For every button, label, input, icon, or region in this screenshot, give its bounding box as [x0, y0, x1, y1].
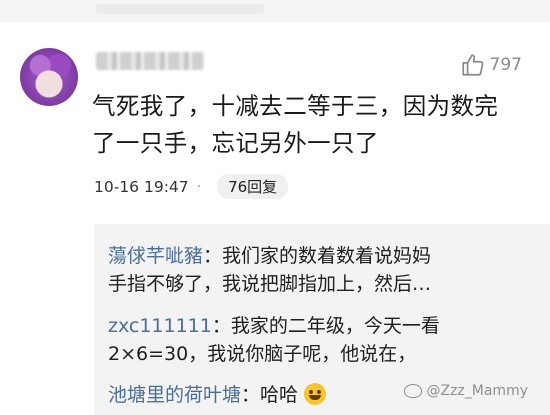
reply-author-link[interactable]: 蕩俅芊呲豬 [108, 245, 203, 267]
reply-text: ：我家的二年级，今天一看 [211, 315, 440, 337]
reply-item[interactable]: 蕩俅芊呲豬：我们家的数着数着说妈妈 手指不够了，我说把脚指加上，然后… [108, 242, 538, 298]
watermark-text: @Zzz_Mammy [426, 383, 528, 399]
avatar[interactable] [20, 48, 78, 106]
username-blurred[interactable] [96, 52, 204, 70]
watermark: @Zzz_Mammy [404, 383, 528, 399]
reply-text-continued: 手指不够了，我说把脚指加上，然后… [108, 273, 432, 295]
like-button[interactable]: 797 [460, 52, 522, 78]
comment-card: 797 气死我了，十减去二等于三，因为数完 了一只手，忘记另外一只了 10-16… [0, 22, 550, 415]
comment-text-line-1: 气死我了，十减去二等于三，因为数完 [92, 92, 499, 120]
meta-separator: · [196, 178, 202, 195]
reply-author-link[interactable]: zxc111111 [108, 315, 212, 337]
smile-emoji-icon [304, 383, 327, 405]
reply-text-continued: 2×6=30，我说你脑子呢，他说在， [108, 343, 417, 365]
like-count: 797 [489, 55, 522, 75]
comment-text: 气死我了，十减去二等于三，因为数完 了一只手，忘记另外一只了 [92, 88, 532, 162]
reply-text: ：我们家的数着数着说妈妈 [203, 245, 432, 267]
comment-text-line-2: 了一只手，忘记另外一只了 [92, 129, 379, 157]
comment-meta: 10-16 19:47 · 76回复 [94, 174, 289, 199]
reply-text: ：哈哈 [241, 384, 299, 406]
previous-item-fade [95, 4, 265, 14]
reply-count-button[interactable]: 76回复 [217, 174, 289, 199]
reply-author-link[interactable]: 池塘里的荷叶塘 [108, 384, 241, 406]
reply-item[interactable]: zxc111111：我家的二年级，今天一看 2×6=30，我说你脑子呢，他说在， [108, 312, 538, 368]
previous-item-strip [0, 0, 550, 22]
weibo-logo-icon [404, 384, 423, 398]
timestamp: 10-16 19:47 [94, 177, 189, 196]
thumbs-up-icon [461, 54, 483, 76]
